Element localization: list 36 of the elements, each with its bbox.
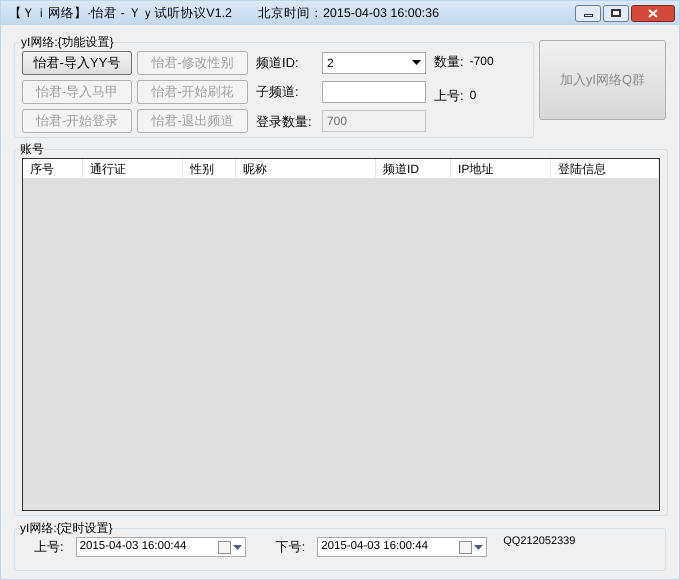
channel-dropdown[interactable]: 2 — [322, 52, 426, 74]
maximize-icon[interactable] — [603, 4, 629, 22]
picker-label: 下号: — [276, 538, 306, 556]
stat-value: 0 — [470, 86, 476, 104]
close-icon[interactable] — [631, 4, 675, 22]
column-header[interactable]: 昵称 — [236, 159, 376, 178]
checkbox[interactable] — [218, 540, 231, 554]
datetime-picker[interactable]: 2015-04-03 16:00:44 — [76, 537, 246, 557]
field-label: 子频道: — [256, 83, 300, 102]
stat-label: 数量: — [434, 53, 464, 71]
input-field[interactable] — [322, 80, 426, 103]
caret-icon[interactable] — [474, 544, 484, 550]
column-header[interactable]: 通行证 — [83, 159, 183, 178]
column-header[interactable]: 登陆信息 — [551, 159, 659, 178]
group-title: yI网络:{定时设置} — [20, 520, 113, 537]
window-title: 【Ｙｉ网络】·怡君 - Ｙｙ试听协议V1.2 北京时间：2015-04-03 16:00:36 — [9, 4, 440, 22]
column-header[interactable]: 频道ID — [376, 159, 451, 178]
checkbox[interactable] — [459, 540, 472, 554]
column-header[interactable]: IP地址 — [451, 159, 551, 178]
field-label: 登录数量: — [256, 112, 313, 131]
group-title: 账号 — [20, 141, 44, 158]
picker-value: 2015-04-03 16:00:44 — [80, 539, 186, 554]
function-button[interactable]: 怡君-导入YY号 — [22, 51, 132, 75]
datetime-picker[interactable]: 2015-04-03 16:00:44 — [317, 537, 488, 557]
qq-number: QQ212052339 — [503, 534, 576, 549]
caret-icon[interactable] — [232, 544, 242, 550]
picker-label: 上号: — [34, 538, 64, 556]
caret-icon — [412, 60, 421, 66]
picker-value: 2015-04-03 16:00:44 — [321, 539, 428, 554]
group-title: yI网络:{功能设置} — [20, 34, 115, 51]
field-label: 频道ID: — [256, 54, 300, 72]
column-header[interactable]: 性别 — [183, 159, 236, 178]
stat-label: 上号: — [434, 86, 464, 104]
minimize-icon[interactable] — [575, 4, 601, 22]
column-header[interactable]: 序号 — [23, 159, 83, 178]
stat-value: -700 — [470, 53, 494, 70]
